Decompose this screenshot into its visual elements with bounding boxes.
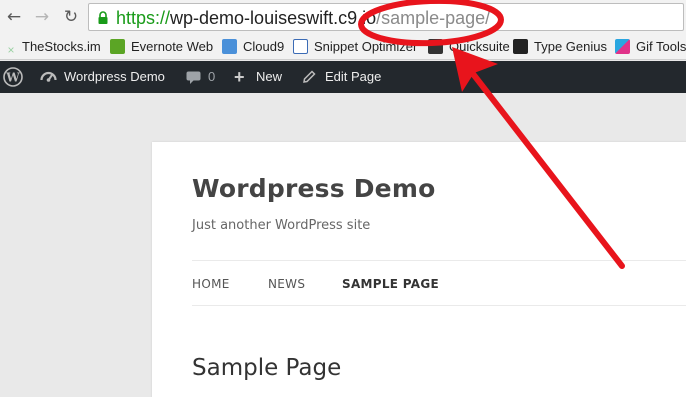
typegenius-icon: [513, 39, 528, 54]
wp-admin-bar: W Wordpress Demo 0 + New Edit Page: [0, 61, 686, 93]
comments-count[interactable]: 0: [208, 61, 215, 93]
bookmark-label: Quicksuite: [449, 39, 510, 54]
site-title[interactable]: Wordpress Demo: [192, 174, 435, 203]
menu-item-sample-page[interactable]: SAMPLE PAGE: [342, 277, 439, 291]
bookmark-evernote[interactable]: Evernote Web: [110, 37, 213, 56]
bookmarks-bar: × TheStocks.im Evernote Web Cloud9 Snippe…: [0, 33, 686, 60]
bookmark-label: Snippet Optimizer: [314, 39, 418, 54]
divider: [192, 260, 686, 261]
site-tagline: Just another WordPress site: [192, 218, 371, 233]
dashboard-icon[interactable]: [40, 69, 57, 86]
bookmark-label: TheStocks.im: [22, 39, 101, 54]
bookmark-thestocks[interactable]: × TheStocks.im: [6, 37, 101, 57]
browser-toolbar: ← → ↻ https://wp-demo-louiseswift.c9.io/…: [0, 0, 686, 33]
wordpress-logo-icon[interactable]: W: [3, 67, 23, 87]
lock-icon: [98, 11, 108, 24]
url-path: /sample-page/: [376, 8, 491, 28]
seo-icon: [293, 39, 308, 54]
bookmark-label: Type Genius: [534, 39, 607, 54]
bookmark-label: Gif Tools: [636, 39, 686, 54]
url-scheme: https://: [116, 8, 171, 28]
giftools-icon: [615, 39, 630, 54]
new-content-button[interactable]: New: [256, 61, 282, 93]
url-host: wp-demo-louiseswift.c9.io: [170, 8, 377, 28]
cloud9-icon: [222, 39, 237, 54]
bookmark-label: Evernote Web: [131, 39, 214, 54]
evernote-icon: [110, 39, 125, 54]
back-arrow-icon[interactable]: ←: [4, 7, 24, 27]
pencil-icon[interactable]: [302, 70, 316, 84]
plus-icon[interactable]: +: [234, 61, 245, 93]
menu-item-news[interactable]: NEWS: [268, 277, 305, 291]
address-bar[interactable]: https://wp-demo-louiseswift.c9.io/sample…: [88, 3, 684, 31]
divider: [192, 305, 686, 306]
bookmark-type-genius[interactable]: Type Genius: [513, 37, 607, 56]
page-title: Sample Page: [192, 355, 342, 381]
menu-item-home[interactable]: HOME: [192, 277, 230, 291]
bookmark-label: Cloud9: [243, 39, 285, 54]
page-card: Wordpress Demo Just another WordPress si…: [152, 142, 686, 397]
forward-arrow-icon[interactable]: →: [32, 7, 52, 27]
thestocks-icon: ×: [7, 43, 15, 57]
edit-page-button[interactable]: Edit Page: [325, 61, 381, 93]
url-text[interactable]: https://wp-demo-louiseswift.c9.io/sample…: [116, 6, 490, 30]
svg-text:W: W: [5, 71, 20, 85]
bookmark-snippet-optimizer[interactable]: Snippet Optimizer: [293, 37, 417, 56]
bookmark-gif-tools[interactable]: Gif Tools: [615, 37, 686, 56]
reload-icon[interactable]: ↻: [61, 7, 81, 27]
bookmark-quicksuite[interactable]: Quicksuite: [428, 37, 510, 56]
admin-site-name[interactable]: Wordpress Demo: [64, 61, 165, 93]
bookmark-cloud9[interactable]: Cloud9: [222, 37, 284, 56]
comment-icon[interactable]: [186, 71, 201, 85]
quicksuite-icon: [428, 39, 443, 54]
